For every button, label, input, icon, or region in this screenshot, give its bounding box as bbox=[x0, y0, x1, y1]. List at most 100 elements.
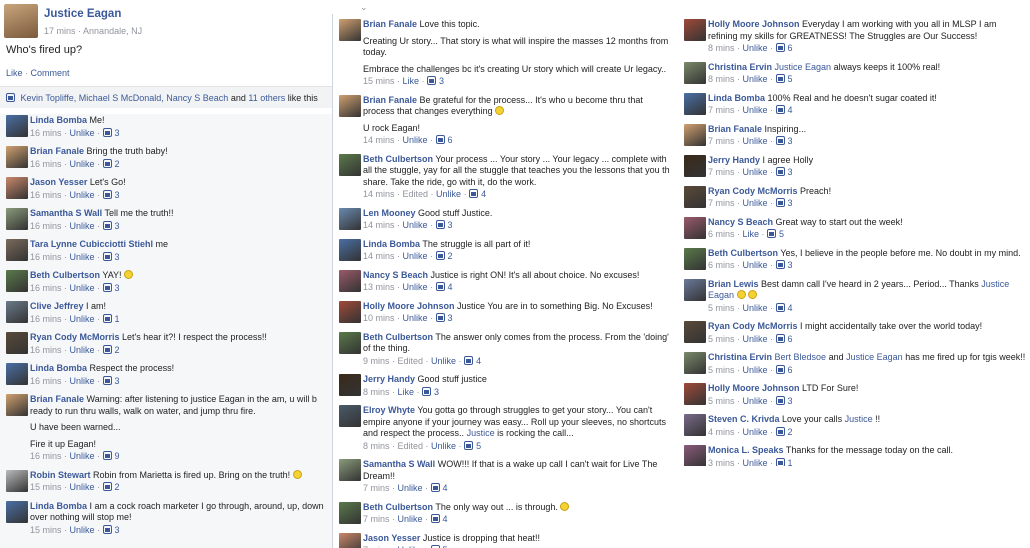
commenter-name[interactable]: Linda Bomba bbox=[363, 239, 420, 249]
commenter-name[interactable]: Tara Lynne Cubicciotti Stiehl bbox=[30, 239, 153, 249]
post-time[interactable]: 17 mins bbox=[44, 26, 76, 36]
like-toggle[interactable]: Unlike bbox=[403, 135, 428, 145]
commenter-avatar[interactable] bbox=[684, 154, 706, 177]
like-toggle[interactable]: Unlike bbox=[743, 303, 768, 313]
like-count[interactable]: 4 bbox=[430, 514, 448, 524]
commenter-name[interactable]: Brian Fanale bbox=[30, 146, 84, 156]
tagged-user[interactable]: Justice Eagan bbox=[846, 352, 903, 362]
like-toggle[interactable]: Unlike bbox=[436, 189, 461, 199]
comment-time[interactable]: 5 mins bbox=[708, 334, 735, 344]
tagged-user[interactable]: Justice Eagan bbox=[775, 62, 832, 72]
commenter-name[interactable]: Brian Fanale bbox=[708, 124, 762, 134]
commenter-avatar[interactable] bbox=[6, 363, 28, 385]
commenter-avatar[interactable] bbox=[6, 500, 28, 523]
like-toggle[interactable]: Unlike bbox=[743, 458, 768, 467]
like-toggle[interactable]: Unlike bbox=[398, 483, 423, 493]
comment-link[interactable]: Comment bbox=[31, 68, 70, 78]
commenter-name[interactable]: Clive Jeffrey bbox=[30, 301, 84, 311]
like-toggle[interactable]: Unlike bbox=[743, 43, 768, 53]
commenter-avatar[interactable] bbox=[684, 19, 706, 41]
commenter-avatar[interactable] bbox=[684, 352, 706, 374]
like-count[interactable]: 9 bbox=[102, 451, 120, 461]
like-count[interactable]: 3 bbox=[775, 167, 793, 177]
like-count[interactable]: 3 bbox=[775, 198, 793, 208]
comment-time[interactable]: 4 mins bbox=[708, 427, 735, 437]
like-toggle[interactable]: Unlike bbox=[743, 365, 768, 375]
commenter-name[interactable]: Linda Bomba bbox=[30, 115, 87, 125]
commenter-avatar[interactable] bbox=[6, 177, 28, 199]
commenter-avatar[interactable] bbox=[6, 270, 28, 292]
like-toggle[interactable]: Like bbox=[398, 387, 415, 397]
commenter-name[interactable]: Brian Fanale bbox=[363, 95, 417, 105]
like-toggle[interactable]: Unlike bbox=[403, 282, 428, 292]
like-count[interactable]: 6 bbox=[775, 43, 793, 53]
like-count[interactable]: 4 bbox=[775, 105, 793, 115]
like-count[interactable]: 3 bbox=[102, 282, 120, 293]
like-count[interactable]: 3 bbox=[775, 395, 793, 406]
commenter-name[interactable]: Linda Bomba bbox=[30, 501, 87, 511]
commenter-avatar[interactable] bbox=[6, 115, 28, 137]
commenter-avatar[interactable] bbox=[339, 94, 361, 117]
like-toggle[interactable]: Unlike bbox=[70, 159, 95, 169]
comment-time[interactable]: 8 mins bbox=[708, 74, 735, 84]
like-toggle[interactable]: Unlike bbox=[743, 74, 768, 84]
like-toggle[interactable]: Unlike bbox=[398, 514, 423, 524]
commenter-avatar[interactable] bbox=[339, 300, 361, 323]
commenter-avatar[interactable] bbox=[684, 445, 706, 466]
commenter-name[interactable]: Steven C. Krivda bbox=[708, 414, 780, 424]
like-toggle[interactable]: Unlike bbox=[431, 441, 456, 451]
commenter-name[interactable]: Beth Culbertson bbox=[363, 332, 433, 342]
commenter-name[interactable]: Jason Yesser bbox=[363, 533, 420, 543]
comment-time[interactable]: 13 mins bbox=[363, 282, 395, 292]
chevron-down-icon[interactable]: ⌄ bbox=[360, 2, 368, 13]
commenter-name[interactable]: Samantha S Wall bbox=[30, 208, 102, 218]
comment-time[interactable]: 7 mins bbox=[708, 136, 735, 146]
like-toggle[interactable]: Unlike bbox=[743, 260, 768, 270]
commenter-name[interactable]: Jerry Handy bbox=[363, 374, 415, 384]
like-count[interactable]: 2 bbox=[102, 344, 120, 355]
commenter-avatar[interactable] bbox=[339, 405, 361, 427]
like-toggle[interactable]: Unlike bbox=[403, 251, 428, 261]
commenter-name[interactable]: Brian Lewis bbox=[708, 279, 759, 289]
tagged-user[interactable]: Justice bbox=[845, 414, 873, 424]
comment-time[interactable]: 10 mins bbox=[363, 313, 395, 323]
like-count[interactable]: 3 bbox=[102, 251, 120, 262]
commenter-name[interactable]: Beth Culbertson bbox=[363, 154, 433, 164]
comment-time[interactable]: 14 mins bbox=[363, 220, 395, 230]
comment-time[interactable]: 14 mins bbox=[363, 189, 395, 199]
commenter-avatar[interactable] bbox=[684, 61, 706, 84]
commenter-avatar[interactable] bbox=[6, 208, 28, 230]
like-count[interactable]: 2 bbox=[435, 251, 453, 261]
commenter-name[interactable]: Ryan Cody McMorris bbox=[708, 186, 798, 196]
post-author[interactable]: Justice Eagan bbox=[44, 8, 121, 20]
like-count[interactable]: 2 bbox=[102, 482, 120, 492]
comment-time[interactable]: 7 mins bbox=[708, 198, 735, 208]
comment-time[interactable]: 15 mins bbox=[30, 482, 62, 492]
commenter-name[interactable]: Monica L. Speaks bbox=[708, 445, 784, 455]
comment-time[interactable]: 5 mins bbox=[708, 303, 735, 313]
commenter-avatar[interactable] bbox=[684, 278, 706, 301]
post-location[interactable]: Annandale, NJ bbox=[83, 26, 142, 36]
like-count[interactable]: 3 bbox=[102, 375, 120, 386]
like-count[interactable]: 3 bbox=[102, 127, 120, 138]
commenter-avatar[interactable] bbox=[339, 207, 361, 230]
commenter-name[interactable]: Ryan Cody McMorris bbox=[708, 321, 798, 331]
commenter-avatar[interactable] bbox=[684, 123, 706, 146]
comment-time[interactable]: 16 mins bbox=[30, 376, 62, 386]
like-toggle[interactable]: Unlike bbox=[403, 220, 428, 230]
like-count[interactable]: 1 bbox=[775, 457, 793, 466]
like-toggle[interactable]: Unlike bbox=[743, 427, 768, 437]
commenter-avatar[interactable] bbox=[684, 383, 706, 405]
edited-label[interactable]: Edited bbox=[398, 356, 424, 366]
commenter-avatar[interactable] bbox=[339, 459, 361, 481]
commenter-name[interactable]: Nancy S Beach bbox=[708, 217, 773, 227]
comment-time[interactable]: 16 mins bbox=[30, 345, 62, 355]
edited-label[interactable]: Edited bbox=[398, 441, 424, 451]
commenter-name[interactable]: Linda Bomba bbox=[30, 363, 87, 373]
like-count[interactable]: 5 bbox=[464, 440, 481, 451]
commenter-avatar[interactable] bbox=[339, 153, 361, 176]
like-toggle[interactable]: Unlike bbox=[70, 252, 95, 262]
like-toggle[interactable]: Unlike bbox=[743, 396, 768, 406]
commenter-name[interactable]: Nancy S Beach bbox=[363, 270, 428, 280]
commenter-name[interactable]: Beth Culbertson bbox=[30, 270, 100, 280]
